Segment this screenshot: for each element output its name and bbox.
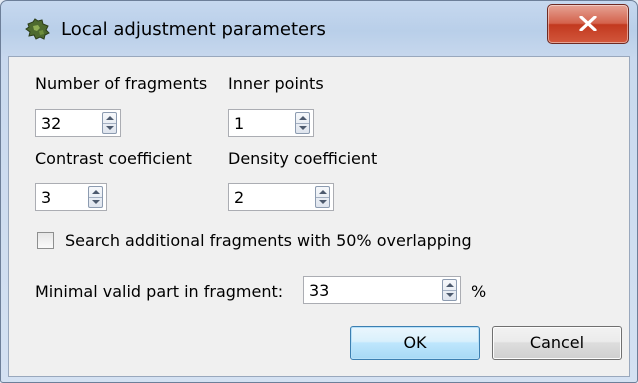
- window-title: Local adjustment parameters: [61, 19, 326, 40]
- minimal-valid-label: Minimal valid part in fragment:: [35, 282, 284, 301]
- cancel-button[interactable]: Cancel: [492, 326, 622, 360]
- spin-down-icon[interactable]: [92, 200, 100, 204]
- fragments-value: 32: [41, 114, 62, 133]
- fragments-label: Number of fragments: [35, 74, 208, 93]
- minimal-valid-value: 33: [309, 281, 330, 300]
- density-stepper[interactable]: [315, 186, 330, 208]
- contrast-spinbox[interactable]: 3: [35, 183, 107, 211]
- spin-down-icon[interactable]: [319, 200, 327, 204]
- spin-up-icon[interactable]: [319, 190, 327, 194]
- fragments-stepper[interactable]: [102, 112, 117, 134]
- dialog-window: Local adjustment parameters Number of fr…: [0, 0, 638, 383]
- fragments-spinbox[interactable]: 32: [35, 109, 121, 137]
- ok-button[interactable]: OK: [350, 326, 480, 360]
- spin-up-icon[interactable]: [106, 116, 114, 120]
- spin-down-icon[interactable]: [299, 126, 307, 130]
- spin-up-icon[interactable]: [446, 283, 454, 287]
- contrast-value: 3: [41, 188, 52, 207]
- minimal-valid-spinbox[interactable]: 33: [303, 276, 461, 304]
- inner-points-stepper[interactable]: [295, 112, 310, 134]
- search-additional-checkbox[interactable]: [37, 232, 54, 249]
- close-button[interactable]: [547, 4, 629, 44]
- percent-unit: %: [471, 282, 487, 301]
- density-label: Density coefficient: [228, 149, 378, 168]
- puzzle-icon: [25, 18, 50, 40]
- close-x-icon: [579, 16, 597, 31]
- inner-points-label: Inner points: [228, 74, 324, 93]
- contrast-stepper[interactable]: [88, 186, 103, 208]
- title-bar[interactable]: Local adjustment parameters: [1, 1, 637, 57]
- spin-up-icon[interactable]: [92, 190, 100, 194]
- minimal-valid-stepper[interactable]: [442, 279, 457, 301]
- density-spinbox[interactable]: 2: [228, 183, 334, 211]
- density-value: 2: [234, 188, 245, 207]
- contrast-label: Contrast coefficient: [35, 149, 192, 168]
- spin-down-icon[interactable]: [446, 293, 454, 297]
- inner-points-spinbox[interactable]: 1: [228, 109, 314, 137]
- search-additional-label[interactable]: Search additional fragments with 50% ove…: [65, 231, 472, 250]
- spin-up-icon[interactable]: [299, 116, 307, 120]
- inner-points-value: 1: [234, 114, 245, 133]
- spin-down-icon[interactable]: [106, 126, 114, 130]
